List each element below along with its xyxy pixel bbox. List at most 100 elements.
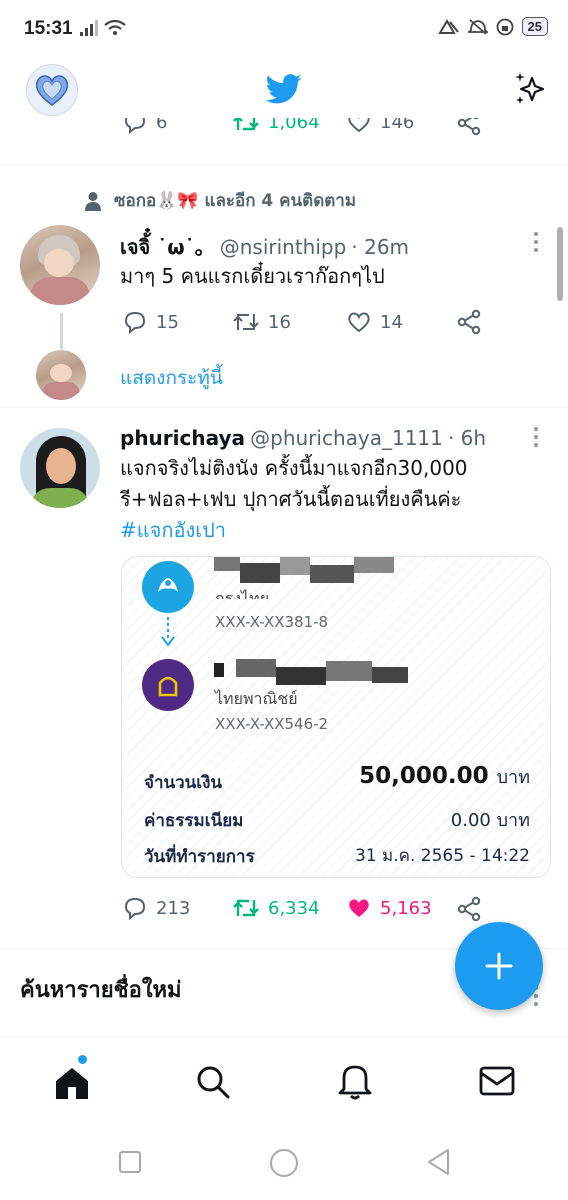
mute-icon [467,18,488,35]
transfer-arrow-icon [161,617,175,647]
bottom-nav [0,1036,568,1127]
heart-filled-icon [349,899,369,917]
data-saver-icon [437,18,459,34]
amount-label: จำนวนเงิน [144,773,223,793]
prev-tweet-actions: 6 1,064 146 [0,118,568,140]
profile-avatar-button[interactable] [26,64,78,116]
status-right-icons: 25 [437,17,548,36]
tweet1-more-icon[interactable] [530,231,542,253]
who-to-follow-title: ค้นหารายชื่อใหม่ [20,978,182,1003]
to-bank-name: ไทยพาณิชย์ [215,689,298,708]
transfer-slip-image[interactable]: กรุงไทย XXX-X-XX381-8 ไทยพาณิชย์ XXX-X-X… [121,556,551,878]
bird-emblem-icon [158,578,178,592]
tweet2-retweet-button[interactable]: 6,334 [232,896,320,920]
nav-home[interactable] [52,1055,92,1103]
person-icon [85,191,101,211]
amount-unit: บาท [496,767,530,788]
scrollbar-thumb[interactable] [557,227,563,301]
status-bar: 15:31 25 [0,0,568,60]
to-account: XXX-X-XX546-2 [215,715,329,733]
tweet2-handle[interactable]: @phurichaya_1111 [250,426,443,450]
tweet1-like-button[interactable]: 14 [346,310,403,334]
prev-like-count: 146 [380,118,415,133]
social-context-text: ซอกอ🐰🎀 และอีก 4 คนติดตาม [114,191,357,211]
social-context: ซอกอ🐰🎀 และอีก 4 คนติดตาม [84,187,356,214]
prev-reply-count: 6 [156,118,168,133]
tweet2-like-count: 5,163 [380,897,432,919]
amount-value: 50,000.00 [359,763,489,789]
ktb-bank-icon [142,561,194,613]
wifi-icon [104,20,126,35]
tweet2-text-line2: รี+ฟอล+เฟบ ปุกาศวันนี้ตอนเที่ยงคืนค่ะ [120,487,462,511]
prev-reply-button[interactable]: 6 [122,118,167,134]
tweet2-like-button[interactable]: 5,163 [346,896,432,920]
twitter-logo-icon[interactable] [266,74,302,104]
fee-label: ค่าธรรมเนียม [144,811,244,831]
messages-envelope-icon[interactable] [478,1065,516,1097]
tweet1-reply-count: 15 [156,311,179,333]
plus-icon [485,952,513,980]
tweet2-text-line1: แจกจริงไม่ติงนัง ครั้งนี้มาแจกอีก30,000 [120,456,468,480]
tweet2-reply-button[interactable]: 213 [122,896,190,920]
system-nav-bar [0,1126,568,1200]
tweet2-hashtag[interactable]: #แจกอังเปา [120,515,226,546]
tweet1-like-count: 14 [380,311,403,333]
tweet2-name[interactable]: phurichaya [120,426,245,450]
tweet1-text: มาๆ 5 คนแรกเดี๋ยวเราก๊อกๆไป [120,264,385,288]
tweet2-retweet-count: 6,334 [268,897,320,919]
notifications-bell-icon[interactable] [336,1061,374,1101]
tweet1-avatar[interactable] [20,225,100,305]
tweet2-time: · 6h [447,426,487,450]
retweet-icon [233,899,259,917]
battery-indicator: 25 [521,17,548,36]
amount-row: 50,000.00 บาท [359,762,530,791]
fee-value: 0.00 บาท [450,810,530,831]
home-notification-dot [78,1055,87,1064]
retweet-icon [233,314,259,330]
thread-avatar[interactable] [36,350,86,400]
from-account: XXX-X-XX381-8 [215,613,329,631]
recents-square-icon[interactable] [118,1150,142,1174]
scb-emblem-icon [158,676,178,697]
prev-retweet-count: 1,064 [268,118,320,133]
show-thread-link[interactable]: แสดงกระทู้นี้ [120,363,223,393]
tweet1-header: เจจิ้๋ ˙ω˙。 @nsirinthipp · 26m [120,231,409,263]
thread-line [60,313,63,349]
heart-outline-icon [348,312,370,333]
signal-icon [80,20,98,36]
tweet1-reply-button[interactable]: 15 [122,310,179,334]
home-circle-icon[interactable] [269,1148,299,1178]
tweet2-more-icon[interactable] [530,426,542,448]
tweet1-retweet-count: 16 [268,311,291,333]
tweet2-share-icon[interactable] [456,896,482,922]
redacted-name-2 [214,659,414,687]
tweet2-header: phurichaya @phurichaya_1111 · 6h [120,426,486,450]
retweet-icon [233,118,259,131]
tweet1-handle[interactable]: @nsirinthipp [220,235,347,259]
reply-icon [124,897,146,920]
prev-retweet-button[interactable]: 1,064 [232,118,320,134]
tweet1-name[interactable]: เจจิ้๋ ˙ω˙。 [120,235,215,259]
tweet-1[interactable]: ซอกอ🐰🎀 และอีก 4 คนติดตาม เจจิ้๋ ˙ω˙。 @ns… [0,165,568,407]
tweet1-retweet-button[interactable]: 16 [232,310,291,334]
reply-icon [124,311,146,334]
date-label: วันที่ทำรายการ [144,847,255,867]
sparkle-icon[interactable] [512,70,550,108]
status-time: 15:31 [24,18,73,39]
tweet2-avatar[interactable] [20,428,100,508]
heart-outline-icon [348,118,370,133]
reply-icon [124,118,146,134]
prev-like-button[interactable]: 146 [346,118,414,134]
date-value: 31 ม.ค. 2565 - 14:22 [354,846,530,866]
compose-tweet-button[interactable] [455,922,543,1010]
from-bank-name: กรุงไทย [215,589,270,599]
heart-avatar-icon [35,75,69,106]
prev-share-icon[interactable] [456,118,482,136]
tweet2-reply-count: 213 [156,897,191,919]
lock-rotate-icon [496,18,513,35]
tweet1-time: · 26m [351,235,410,259]
back-triangle-icon[interactable] [426,1148,452,1176]
search-icon[interactable] [194,1063,232,1101]
tweet1-share-icon[interactable] [456,309,482,335]
signal-wifi-icons [80,20,126,36]
